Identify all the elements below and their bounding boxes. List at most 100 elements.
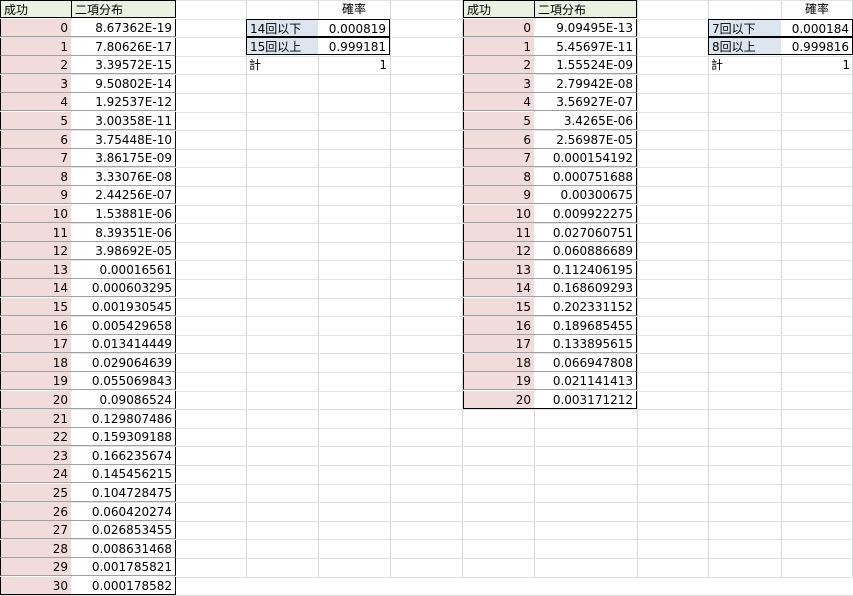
- binomial-probability-cell[interactable]: 0.145456215: [71, 465, 176, 484]
- success-count-cell[interactable]: 30: [0, 577, 72, 595]
- binomial-probability-cell[interactable]: 2.44256E-07: [71, 186, 176, 205]
- success-count-cell[interactable]: 7: [463, 149, 535, 168]
- success-count-cell[interactable]: 9: [463, 186, 535, 205]
- success-count-cell[interactable]: 28: [0, 539, 72, 558]
- binomial-probability-cell[interactable]: 0.166235674: [71, 446, 176, 465]
- success-count-cell[interactable]: 17: [0, 335, 72, 354]
- binomial-probability-cell[interactable]: 0.168609293: [534, 279, 637, 298]
- success-count-cell[interactable]: 17: [463, 335, 535, 354]
- binomial-probability-cell[interactable]: 1.53881E-06: [71, 205, 176, 223]
- prob-value-14-or-less[interactable]: 0.000819: [318, 19, 390, 37]
- success-count-cell[interactable]: 2: [0, 56, 72, 75]
- success-count-cell[interactable]: 20: [0, 391, 72, 409]
- success-count-cell[interactable]: 1: [463, 37, 535, 56]
- binomial-probability-cell[interactable]: 0.000751688: [534, 167, 637, 186]
- binomial-probability-cell[interactable]: 0.001785821: [71, 558, 176, 577]
- prob-header-right[interactable]: 確率: [781, 0, 853, 18]
- binomial-probability-cell[interactable]: 0.000154192: [534, 149, 637, 168]
- binomial-probability-cell[interactable]: 2.79942E-08: [534, 74, 637, 93]
- success-count-cell[interactable]: 0: [0, 19, 72, 37]
- prob-label-14-or-less[interactable]: 14回以下: [246, 19, 319, 37]
- prob-value-15-or-more[interactable]: 0.999181: [318, 37, 390, 55]
- binomial-probability-cell[interactable]: 0.000178582: [71, 577, 176, 595]
- success-count-cell[interactable]: 22: [0, 428, 72, 447]
- binomial-probability-cell[interactable]: 0.133895615: [534, 335, 637, 354]
- success-count-cell[interactable]: 29: [0, 558, 72, 577]
- binomial-probability-cell[interactable]: 3.39572E-15: [71, 56, 176, 75]
- binomial-probability-cell[interactable]: 0.055069843: [71, 372, 176, 391]
- binomial-probability-cell[interactable]: 0.00300675: [534, 186, 637, 205]
- success-count-cell[interactable]: 12: [0, 242, 72, 261]
- success-count-cell[interactable]: 15: [0, 298, 72, 316]
- binomial-probability-cell[interactable]: 5.45697E-11: [534, 37, 637, 56]
- binomial-probability-cell[interactable]: 0.00016561: [71, 260, 176, 279]
- success-count-cell[interactable]: 11: [463, 223, 535, 242]
- binomial-probability-cell[interactable]: 9.50802E-14: [71, 74, 176, 93]
- binomial-probability-cell[interactable]: 3.56927E-07: [534, 93, 637, 112]
- header-success-right[interactable]: 成功: [463, 0, 535, 18]
- success-count-cell[interactable]: 8: [0, 167, 72, 186]
- success-count-cell[interactable]: 13: [463, 260, 535, 279]
- binomial-probability-cell[interactable]: 0.112406195: [534, 260, 637, 279]
- binomial-probability-cell[interactable]: 9.09495E-13: [534, 19, 637, 37]
- total-value-left[interactable]: 1: [318, 56, 390, 74]
- header-binomial-left[interactable]: 二項分布: [71, 0, 176, 18]
- success-count-cell[interactable]: 24: [0, 465, 72, 484]
- binomial-probability-cell[interactable]: 3.4265E-06: [534, 112, 637, 130]
- binomial-probability-cell[interactable]: 0.009922275: [534, 205, 637, 223]
- total-value-right[interactable]: 1: [781, 56, 853, 74]
- binomial-probability-cell[interactable]: 3.98692E-05: [71, 242, 176, 261]
- binomial-probability-cell[interactable]: 0.060886689: [534, 242, 637, 261]
- success-count-cell[interactable]: 14: [463, 279, 535, 298]
- binomial-probability-cell[interactable]: 7.80626E-17: [71, 37, 176, 56]
- success-count-cell[interactable]: 19: [0, 372, 72, 391]
- success-count-cell[interactable]: 12: [463, 242, 535, 261]
- success-count-cell[interactable]: 13: [0, 260, 72, 279]
- binomial-probability-cell[interactable]: 0.066947808: [534, 353, 637, 372]
- prob-label-7-or-less[interactable]: 7回以下: [708, 19, 782, 37]
- binomial-probability-cell[interactable]: 0.013414449: [71, 335, 176, 354]
- success-count-cell[interactable]: 25: [0, 484, 72, 502]
- success-count-cell[interactable]: 8: [463, 167, 535, 186]
- success-count-cell[interactable]: 21: [0, 409, 72, 428]
- success-count-cell[interactable]: 1: [0, 37, 72, 56]
- success-count-cell[interactable]: 10: [0, 205, 72, 223]
- binomial-probability-cell[interactable]: 2.56987E-05: [534, 130, 637, 149]
- success-count-cell[interactable]: 9: [0, 186, 72, 205]
- binomial-probability-cell[interactable]: 0.001930545: [71, 298, 176, 316]
- binomial-probability-cell[interactable]: 1.92537E-12: [71, 93, 176, 112]
- binomial-probability-cell[interactable]: 0.202331152: [534, 298, 637, 316]
- header-success-left[interactable]: 成功: [0, 0, 72, 18]
- binomial-probability-cell[interactable]: 0.189685455: [534, 316, 637, 335]
- prob-value-7-or-less[interactable]: 0.000184: [781, 19, 853, 37]
- binomial-probability-cell[interactable]: 8.39351E-06: [71, 223, 176, 242]
- prob-value-8-or-more[interactable]: 0.999816: [781, 37, 853, 55]
- prob-label-15-or-more[interactable]: 15回以上: [246, 37, 319, 55]
- binomial-probability-cell[interactable]: 0.021141413: [534, 372, 637, 391]
- success-count-cell[interactable]: 5: [0, 112, 72, 130]
- success-count-cell[interactable]: 14: [0, 279, 72, 298]
- binomial-probability-cell[interactable]: 0.129807486: [71, 409, 176, 428]
- success-count-cell[interactable]: 3: [463, 74, 535, 93]
- success-count-cell[interactable]: 7: [0, 149, 72, 168]
- binomial-probability-cell[interactable]: 3.75448E-10: [71, 130, 176, 149]
- success-count-cell[interactable]: 3: [0, 74, 72, 93]
- success-count-cell[interactable]: 15: [463, 298, 535, 316]
- header-binomial-right[interactable]: 二項分布: [534, 0, 637, 18]
- success-count-cell[interactable]: 4: [0, 93, 72, 112]
- binomial-probability-cell[interactable]: 0.027060751: [534, 223, 637, 242]
- success-count-cell[interactable]: 18: [463, 353, 535, 372]
- success-count-cell[interactable]: 16: [0, 316, 72, 335]
- success-count-cell[interactable]: 0: [463, 19, 535, 37]
- total-label-left[interactable]: 計: [247, 56, 317, 74]
- success-count-cell[interactable]: 27: [0, 521, 72, 540]
- binomial-probability-cell[interactable]: 0.008631468: [71, 539, 176, 558]
- prob-header-left[interactable]: 確率: [318, 0, 390, 18]
- success-count-cell[interactable]: 26: [0, 502, 72, 521]
- binomial-probability-cell[interactable]: 0.159309188: [71, 428, 176, 447]
- binomial-probability-cell[interactable]: 0.000603295: [71, 279, 176, 298]
- success-count-cell[interactable]: 2: [463, 56, 535, 75]
- success-count-cell[interactable]: 18: [0, 353, 72, 372]
- success-count-cell[interactable]: 11: [0, 223, 72, 242]
- binomial-probability-cell[interactable]: 3.86175E-09: [71, 149, 176, 168]
